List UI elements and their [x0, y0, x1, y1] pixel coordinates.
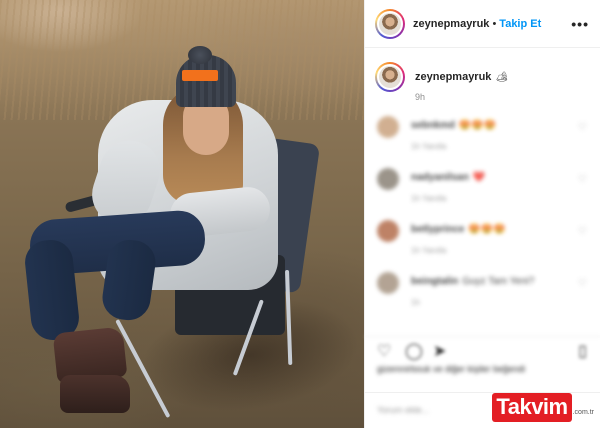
bookmark-icon[interactable]: ▯ [578, 341, 587, 361]
post-caption: zeynepmayruk 🏕 [375, 62, 508, 92]
add-comment-input[interactable]: Yorum ekle... [377, 405, 429, 415]
comment-like-icon[interactable]: ♡ [578, 278, 587, 289]
comment-like-icon[interactable]: ♡ [578, 226, 587, 237]
heart-icon[interactable]: ♡ [377, 341, 391, 361]
comment-username[interactable]: betlyprince 😍😍😍 [411, 224, 506, 235]
comment-avatar[interactable] [377, 220, 399, 242]
comment-meta[interactable]: 1h Yanıtla [411, 246, 446, 255]
post-sidebar: zeynepmayruk • Takip Et ••• zeynepmayruk… [364, 0, 600, 428]
comment-item: betlyprince 😍😍😍 1h Yanıtla ♡ [365, 212, 600, 264]
comment-list: sebnkmd 😍😍😍 1h Yanıtla ♡ nadyanilsan ❤️ 1h… [365, 108, 600, 338]
comment-text: 😍😍😍 [468, 224, 506, 235]
post-photo[interactable] [0, 0, 364, 428]
comment-meta[interactable]: 1h [411, 298, 420, 307]
person-boot [60, 375, 130, 413]
watermark-logo: Takvim [492, 393, 572, 422]
comment-like-icon[interactable]: ♡ [578, 122, 587, 133]
comment-item: beingtalin Guyz Tam Yeni? 1h ♡ [365, 264, 600, 316]
comment-meta[interactable]: 1h Yanıtla [411, 194, 446, 203]
comment-username[interactable]: nadyanilsan ❤️ [411, 172, 485, 183]
author-username[interactable]: zeynepmayruk [413, 18, 489, 30]
caption-emoji: 🏕 [495, 71, 509, 83]
share-icon[interactable]: ➤ [433, 341, 446, 361]
likes-summary[interactable]: gizemnirbouk ve diğer kişiler beğendi [377, 364, 525, 374]
comment-username[interactable]: sebnkmd 😍😍😍 [411, 120, 496, 131]
comment-text: 😍😍😍 [458, 120, 497, 131]
comment-avatar[interactable] [377, 168, 399, 190]
comment-avatar[interactable] [377, 116, 399, 138]
comment-item: sebnkmd 😍😍😍 1h Yanıtla ♡ [365, 108, 600, 160]
comment-text: Guyz Tam Yeni? [462, 276, 535, 287]
watermark-domain: .com.tr [572, 409, 594, 416]
comment-like-icon[interactable]: ♡ [578, 174, 587, 185]
post-header: zeynepmayruk • Takip Et ••• [365, 0, 600, 48]
beanie-pompom [188, 46, 212, 64]
author-avatar[interactable] [375, 8, 405, 39]
comment-text: ❤️ [472, 172, 486, 183]
separator-dot: • [492, 17, 497, 30]
more-options-icon[interactable]: ••• [571, 16, 589, 32]
caption-username[interactable]: zeynepmayruk [415, 71, 491, 83]
person-beanie [176, 55, 236, 107]
caption-avatar[interactable] [375, 62, 405, 92]
post-actions: ♡ ◯ ➤ ▯ [365, 336, 600, 360]
follow-button[interactable]: Takip Et [499, 18, 541, 30]
comment-avatar[interactable] [377, 272, 399, 294]
post-timestamp[interactable]: 9h [415, 92, 425, 102]
beanie-logo [182, 70, 218, 81]
comment-username[interactable]: beingtalin Guyz Tam Yeni? [411, 276, 534, 287]
comment-item: nadyanilsan ❤️ 1h Yanıtla ♡ [365, 160, 600, 212]
instagram-post: zeynepmayruk • Takip Et ••• zeynepmayruk… [0, 0, 600, 428]
takvim-watermark: Takvim .com.tr [492, 393, 594, 422]
comment-icon[interactable]: ◯ [405, 341, 423, 361]
comment-meta[interactable]: 1h Yanıtla [411, 142, 446, 151]
